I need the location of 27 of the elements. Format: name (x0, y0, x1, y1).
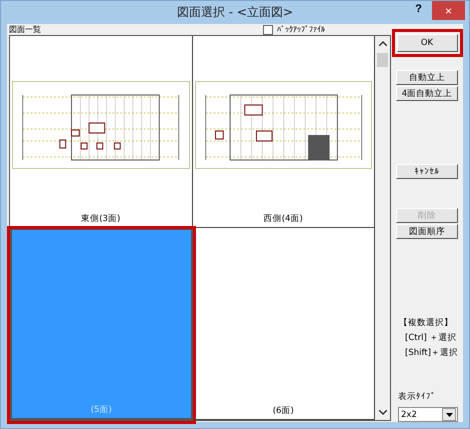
checkbox-label: ﾊﾞｯｸｱｯﾌﾟﾌｧｲﾙ (277, 25, 325, 34)
display-type-label: 表示ﾀｲﾌﾟ (397, 391, 436, 403)
help-button[interactable]: ? (412, 3, 425, 15)
dialog-button[interactable]: ｷｬﾝｾﾙ (396, 164, 458, 179)
scroll-down-icon[interactable] (378, 410, 386, 415)
dialog-button[interactable]: 図面順序 (396, 224, 458, 239)
note-text: [Shift]＋選択 (404, 347, 458, 359)
dropdown-icon (446, 412, 452, 416)
drawing-thumbnail[interactable]: 東側(3面) (10, 36, 192, 228)
scroll-up-icon[interactable] (378, 41, 386, 46)
thumbnail-caption: 西側(4面) (264, 213, 303, 225)
note-text: [Ctrl] ＋選択 (404, 332, 458, 344)
dialog-button[interactable]: 自動立上 (396, 70, 458, 85)
display-type-dropdown[interactable]: 2x2 (398, 407, 458, 422)
note-heading: 【複数選択】 (399, 317, 454, 329)
window-title: 図面選択 - <立面図> (176, 4, 294, 21)
thumbnail-caption: 東側(3面) (81, 213, 120, 225)
dialog-button[interactable]: 4面自動立上 (396, 86, 458, 101)
scroll-thumb[interactable] (377, 53, 388, 67)
backup-checkbox[interactable] (263, 24, 273, 34)
drawing-thumbnail[interactable]: 西側(4面) (192, 36, 375, 228)
thumbnail-caption: (6面) (272, 405, 294, 417)
close-button[interactable]: × (432, 1, 465, 20)
dialog-button[interactable]: OK (396, 34, 458, 52)
list-label: 図面一覧 (9, 24, 41, 35)
scrollbar[interactable] (375, 36, 390, 420)
thumbnail-caption: (5面) (90, 404, 112, 416)
